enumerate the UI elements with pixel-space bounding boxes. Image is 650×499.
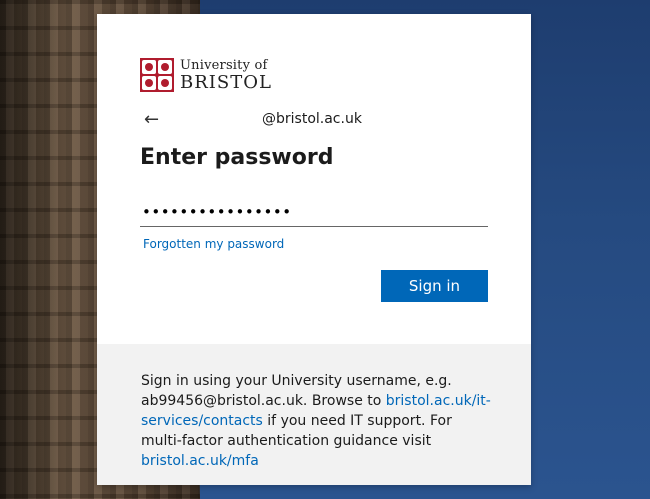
footer-panel: Sign in using your University username, … bbox=[97, 344, 531, 485]
logo-line-1: University of bbox=[180, 57, 268, 73]
mfa-link[interactable]: bristol.ac.uk/mfa bbox=[141, 453, 259, 469]
password-field[interactable] bbox=[140, 198, 488, 227]
footer-text: Sign in using your University username, … bbox=[141, 371, 493, 471]
identity-label: @bristol.ac.uk bbox=[262, 111, 362, 127]
forgot-password-link[interactable]: Forgotten my password bbox=[143, 237, 284, 251]
background-shadow bbox=[0, 0, 60, 499]
university-logo: University of BRISTOL bbox=[140, 57, 272, 93]
identity-row: ← @bristol.ac.uk bbox=[144, 110, 504, 134]
logo-text: University of BRISTOL bbox=[180, 59, 272, 92]
page-title: Enter password bbox=[140, 145, 334, 170]
logo-line-2: BRISTOL bbox=[180, 71, 272, 93]
university-crest-icon bbox=[140, 58, 174, 92]
sign-in-button[interactable]: Sign in bbox=[381, 270, 488, 302]
back-arrow-icon[interactable]: ← bbox=[144, 110, 164, 130]
sign-in-card: University of BRISTOL ← @bristol.ac.uk E… bbox=[97, 14, 531, 485]
